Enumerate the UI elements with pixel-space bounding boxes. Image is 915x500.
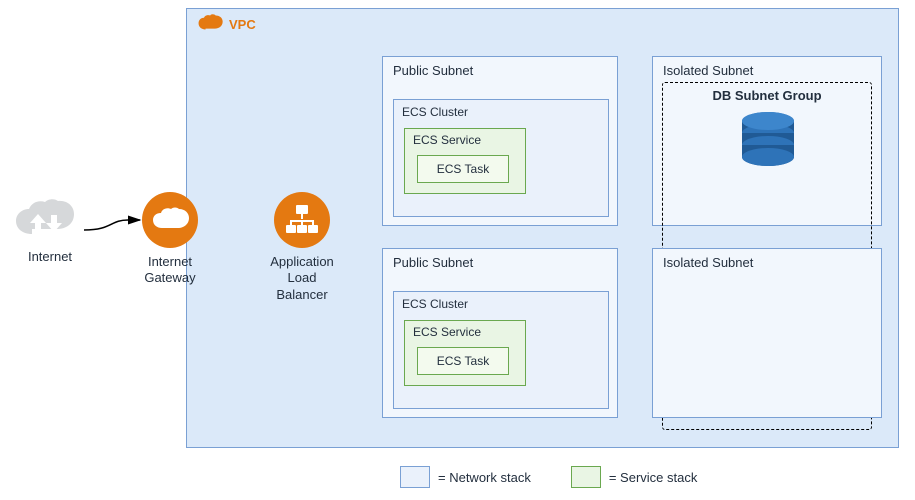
internet-label: Internet [10, 249, 90, 265]
isolated-subnet-2-label: Isolated Subnet [663, 255, 753, 270]
legend: = Network stack = Service stack [400, 466, 697, 488]
legend-service-swatch [571, 466, 601, 488]
isolated-subnet-2: Isolated Subnet [652, 248, 882, 418]
cloud-icon [10, 198, 82, 246]
public-subnet-1: Public Subnet ECS Cluster ECS Service EC… [382, 56, 618, 226]
cloud-vpc-icon [197, 15, 225, 33]
ecs-cluster-2: ECS Cluster ECS Service ECS Task [393, 291, 609, 409]
legend-network-swatch [400, 466, 430, 488]
ecs-task-1: ECS Task [417, 155, 509, 183]
alb-label: Application Load Balancer [257, 254, 347, 303]
ecs-task-2: ECS Task [417, 347, 509, 375]
internet-gateway-node: Internet Gateway [142, 192, 198, 287]
igw-label: Internet Gateway [142, 254, 198, 287]
igw-icon [142, 192, 198, 248]
vpc-label: VPC [229, 17, 256, 32]
ecs-cluster-1: ECS Cluster ECS Service ECS Task [393, 99, 609, 217]
alb-icon [274, 192, 330, 248]
internet-node: Internet [10, 198, 90, 265]
ecs-task-2-label: ECS Task [437, 354, 489, 368]
alb-node: Application Load Balancer [274, 192, 347, 303]
ecs-task-1-label: ECS Task [437, 162, 489, 176]
diagram-stage: { "labels": { "internet": "Internet", "i… [0, 0, 915, 500]
vpc-badge: VPC [197, 15, 256, 33]
db-subnet-group-label: DB Subnet Group [663, 88, 871, 103]
public-subnet-2: Public Subnet ECS Cluster ECS Service EC… [382, 248, 618, 418]
ecs-service-1-label: ECS Service [413, 133, 481, 147]
ecs-service-2-label: ECS Service [413, 325, 481, 339]
ecs-cluster-1-label: ECS Cluster [402, 105, 468, 119]
isolated-subnet-1-label: Isolated Subnet [663, 63, 753, 78]
ecs-service-2: ECS Service ECS Task [404, 320, 526, 386]
ecs-cluster-2-label: ECS Cluster [402, 297, 468, 311]
public-subnet-1-label: Public Subnet [393, 63, 473, 78]
legend-service-label: = Service stack [609, 470, 698, 485]
public-subnet-2-label: Public Subnet [393, 255, 473, 270]
legend-service: = Service stack [571, 466, 698, 488]
legend-network: = Network stack [400, 466, 531, 488]
database-icon [739, 111, 797, 175]
legend-network-label: = Network stack [438, 470, 531, 485]
ecs-service-1: ECS Service ECS Task [404, 128, 526, 194]
